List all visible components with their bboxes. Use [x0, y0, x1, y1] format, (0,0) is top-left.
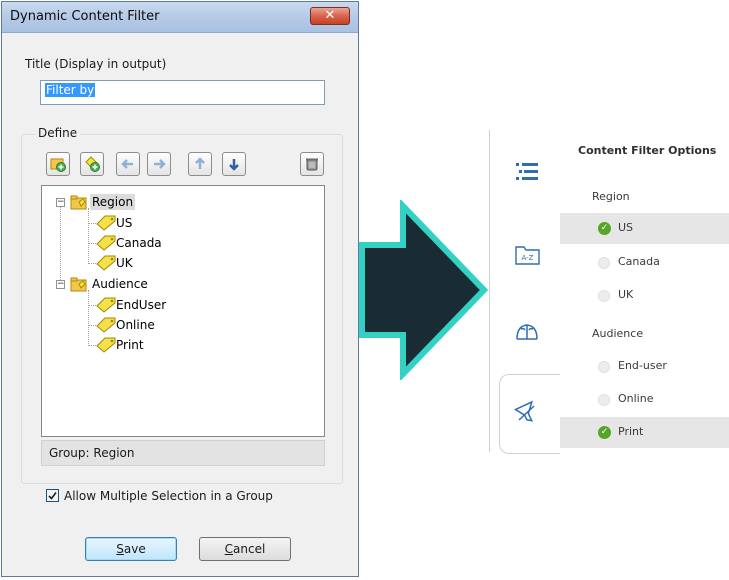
option-label: End-user: [618, 359, 667, 372]
tree-item-print[interactable]: Print: [116, 337, 144, 353]
transform-arrow-icon: [359, 200, 489, 380]
tree-item-uk[interactable]: UK: [116, 255, 133, 271]
group-folder-icon: [70, 277, 87, 292]
dialog-title: Dynamic Content Filter: [10, 9, 160, 24]
tree-line: [88, 263, 96, 264]
tag-icon: [96, 235, 116, 251]
move-up-button[interactable]: [188, 152, 212, 176]
tree-item-enduser[interactable]: EndUser: [116, 297, 166, 313]
checked-icon: ✓: [598, 222, 611, 235]
filter-option-canada[interactable]: Canada: [560, 247, 729, 278]
option-label: Print: [618, 425, 644, 438]
option-label: Online: [618, 392, 654, 405]
filter-tree[interactable]: − Region US Canada UK − Audience EndUser…: [41, 185, 325, 437]
add-tag-icon: [85, 156, 100, 172]
option-label: US: [618, 221, 634, 234]
unchecked-icon: [598, 361, 610, 373]
tree-line: [88, 325, 96, 326]
add-group-button[interactable]: [46, 152, 70, 176]
filter-option-online[interactable]: Online: [560, 384, 729, 415]
filter-option-print[interactable]: ✓ Print: [560, 417, 729, 448]
toc-list-icon[interactable]: [514, 160, 542, 184]
tree-line: [88, 223, 96, 224]
checked-icon: ✓: [598, 426, 611, 439]
tree-group-region[interactable]: Region: [90, 194, 136, 210]
delete-button[interactable]: [300, 152, 324, 176]
option-label: UK: [618, 288, 634, 301]
move-right-icon: [154, 159, 166, 169]
tree-line: [88, 345, 96, 346]
tree-expander-audience[interactable]: −: [56, 280, 65, 289]
tag-icon: [96, 255, 116, 271]
title-field-label: Title (Display in output): [25, 57, 167, 71]
tree-group-audience[interactable]: Audience: [92, 276, 148, 292]
move-left-button[interactable]: [116, 152, 140, 176]
tree-item-online[interactable]: Online: [116, 317, 155, 333]
unchecked-icon: [598, 394, 610, 406]
option-label: Canada: [618, 255, 660, 268]
tag-icon: [96, 215, 116, 231]
close-icon: ✕: [324, 8, 336, 23]
title-input-value: Filter by: [45, 83, 96, 97]
tree-line: [88, 208, 89, 262]
title-input[interactable]: Filter by: [40, 80, 325, 105]
filter-option-end-user[interactable]: End-user: [560, 351, 729, 382]
move-left-icon: [121, 159, 133, 169]
filter-option-us[interactable]: ✓ US: [560, 213, 729, 244]
filter-option-uk[interactable]: UK: [560, 280, 729, 311]
close-button[interactable]: ✕: [310, 7, 350, 25]
filter-group-audience: Audience: [592, 327, 644, 340]
move-down-button[interactable]: [222, 152, 246, 176]
tree-item-canada[interactable]: Canada: [116, 235, 162, 251]
add-tag-button[interactable]: [80, 152, 104, 176]
add-group-icon: [50, 158, 66, 172]
move-down-icon: [229, 159, 239, 171]
checkmark-icon: [48, 492, 57, 500]
index-az-icon[interactable]: A-Z: [514, 243, 542, 267]
group-status: Group: Region: [41, 440, 325, 466]
delete-icon: [306, 158, 318, 171]
tree-line: [60, 204, 61, 284]
tag-icon: [96, 337, 116, 353]
tag-icon: [96, 317, 116, 333]
tree-expander-region[interactable]: −: [56, 198, 65, 207]
save-button[interactable]: Save: [85, 537, 177, 561]
move-right-button[interactable]: [147, 152, 171, 176]
panel-title: Content Filter Options: [578, 144, 717, 157]
cancel-button[interactable]: Cancel: [199, 537, 291, 561]
filter-icon[interactable]: [514, 400, 542, 426]
filter-group-region: Region: [592, 190, 630, 203]
svg-text:A-Z: A-Z: [522, 254, 534, 262]
tag-icon: [96, 297, 116, 313]
tree-item-us[interactable]: US: [116, 215, 132, 231]
tree-line: [88, 243, 96, 244]
tree-line: [88, 305, 96, 306]
group-folder-icon: [70, 195, 87, 210]
tree-line: [88, 290, 89, 344]
unchecked-icon: [598, 290, 610, 302]
move-up-icon: [195, 157, 205, 169]
unchecked-icon: [598, 257, 610, 269]
glossary-book-icon[interactable]: [514, 320, 542, 344]
dialog-titlebar: Dynamic Content Filter ✕: [2, 2, 358, 33]
allow-multiple-checkbox[interactable]: [46, 489, 59, 502]
allow-multiple-label: Allow Multiple Selection in a Group: [64, 489, 273, 503]
define-label: Define: [35, 126, 81, 140]
